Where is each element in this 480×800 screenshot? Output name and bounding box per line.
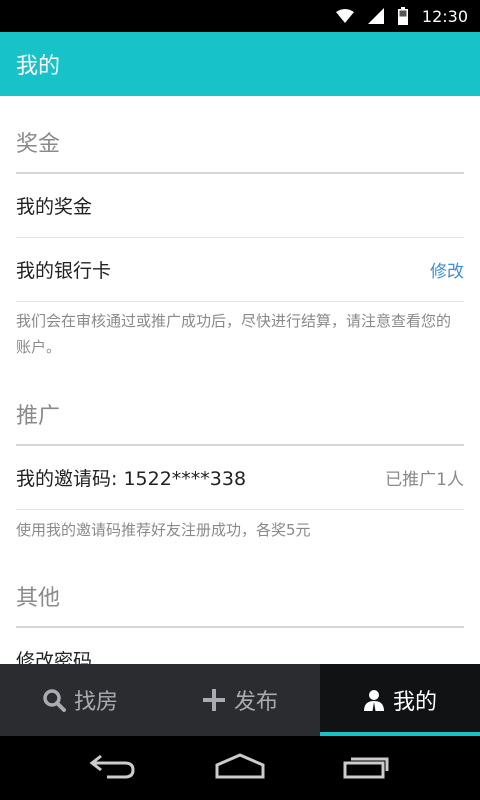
home-button[interactable] <box>210 748 270 788</box>
back-button[interactable] <box>83 748 143 788</box>
settings-list[interactable]: 奖金 我的奖金 我的银行卡 修改 我们会在审核通过或推广成功后，尽快进行结算，请… <box>0 96 480 664</box>
settlement-note: 我们会在审核通过或推广成功后，尽快进行结算，请注意查看您的账户。 <box>16 312 452 356</box>
nav-publish[interactable]: 发布 <box>160 664 320 736</box>
my-bonus-row[interactable]: 我的奖金 <box>16 174 464 238</box>
section-header-other: 其他 <box>16 550 464 628</box>
page-title: 我的 <box>16 54 61 79</box>
bank-card-label: 我的银行卡 <box>16 260 112 282</box>
bottom-nav: 找房 发布 我的 <box>0 664 480 736</box>
app-bar: 我的 <box>0 32 480 96</box>
clock: 12:30 <box>421 6 468 26</box>
recents-icon <box>343 753 391 783</box>
section-header-promo: 推广 <box>16 368 464 446</box>
nav-publish-label: 发布 <box>233 690 278 715</box>
nav-mine[interactable]: 我的 <box>320 664 480 736</box>
back-icon <box>89 752 137 784</box>
recents-button[interactable] <box>337 748 397 788</box>
system-nav-bar <box>0 736 480 800</box>
nav-find-house[interactable]: 找房 <box>0 664 160 736</box>
battery-icon <box>397 7 408 25</box>
status-bar: 12:30 <box>0 0 480 32</box>
invite-code-row[interactable]: 我的邀请码: 1522****338 已推广1人 <box>16 446 464 510</box>
invite-note: 使用我的邀请码推荐好友注册成功，各奖5元 <box>16 521 311 539</box>
invite-code-label: 我的邀请码: 1522****338 <box>16 468 247 490</box>
home-icon <box>215 753 265 783</box>
my-bonus-label: 我的奖金 <box>16 196 93 218</box>
nav-find-house-label: 找房 <box>73 690 118 715</box>
signal-icon <box>367 8 384 24</box>
change-password-label: 修改密码 <box>16 650 93 664</box>
bank-card-row[interactable]: 我的银行卡 修改 <box>16 238 464 302</box>
nav-mine-label: 我的 <box>392 690 437 715</box>
promoted-count: 已推广1人 <box>385 470 464 490</box>
change-password-row[interactable]: 修改密码 <box>16 628 464 664</box>
search-icon <box>42 688 66 712</box>
section-header-bonus: 奖金 <box>16 96 464 174</box>
wifi-icon <box>335 9 354 23</box>
plus-icon <box>202 688 226 712</box>
user-icon <box>363 689 385 711</box>
edit-bank-card-link[interactable]: 修改 <box>430 257 464 282</box>
